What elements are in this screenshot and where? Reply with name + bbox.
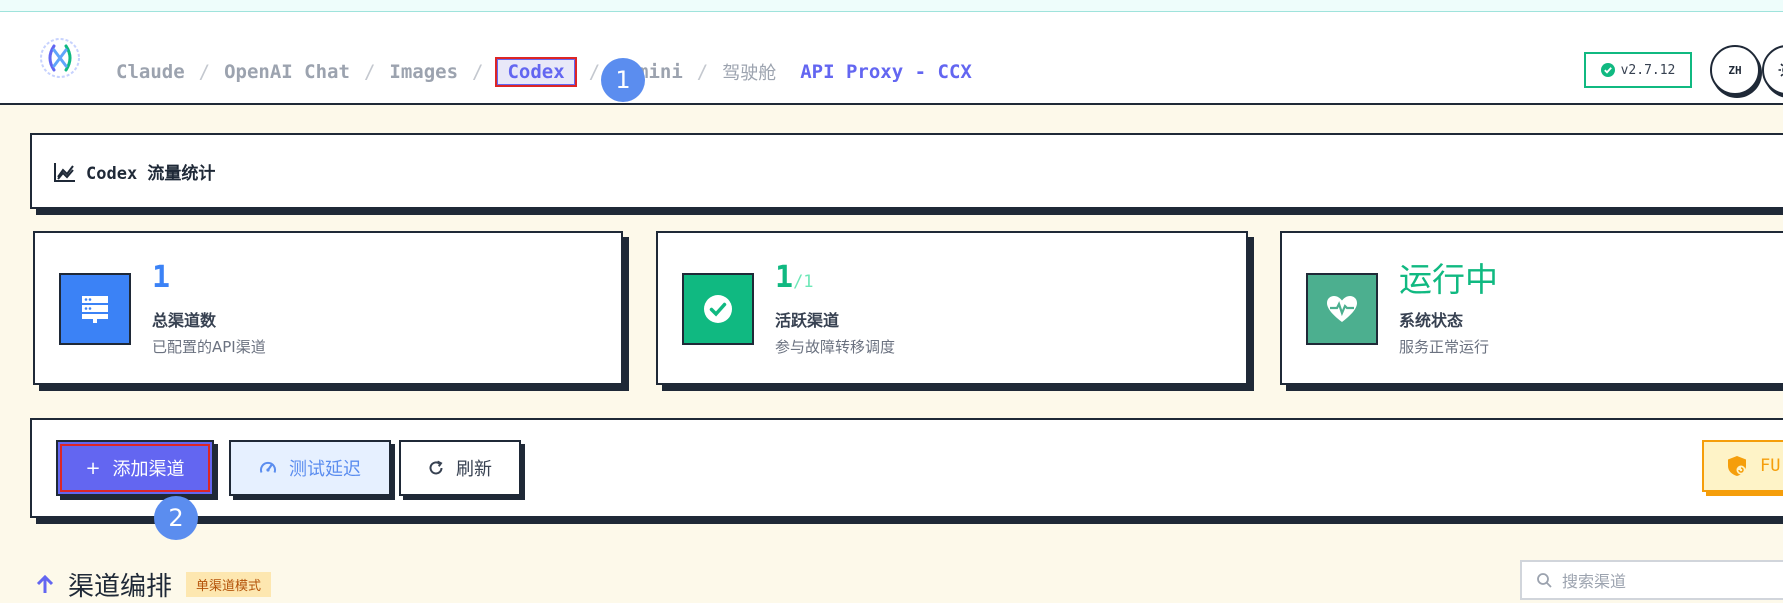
version-badge[interactable]: v2.7.12 (1584, 52, 1692, 88)
refresh-label: 刷新 (456, 459, 492, 480)
crumb-images[interactable]: Images (387, 61, 460, 83)
check-circle-icon (1600, 63, 1615, 77)
total-channels-value: 1 (152, 260, 171, 295)
stat-icon-box (682, 273, 754, 345)
test-latency-button[interactable]: 测试延迟 (229, 440, 391, 496)
language-toggle[interactable]: ZH (1710, 45, 1760, 95)
stat-card-total: 1 总渠道数 已配置的API渠道 (33, 231, 623, 385)
step-marker-1: 1 (601, 58, 645, 102)
heart-pulse-icon (1327, 296, 1357, 322)
server-icon (82, 296, 108, 323)
speedometer-icon (260, 461, 276, 473)
check-circle-icon (704, 295, 732, 323)
arrow-up-icon (36, 574, 54, 593)
step-marker-2: 2 (154, 496, 198, 540)
chart-line-icon (54, 162, 75, 182)
crumb-openai-chat[interactable]: OpenAI Chat (222, 61, 352, 83)
fuzzy-mode-button[interactable]: FU (1702, 440, 1783, 492)
refresh-button[interactable]: 刷新 (399, 440, 521, 496)
system-status-sub: 服务正常运行 (1399, 338, 1490, 356)
shield-icon (1728, 456, 1746, 476)
traffic-stats-header: Codex 流量统计 (54, 159, 215, 184)
add-channel-label: 添加渠道 (112, 459, 185, 480)
search-input[interactable]: 搜索渠道 (1520, 560, 1783, 600)
section-title: 渠道编排 (68, 572, 173, 602)
crumb-separator: / (472, 61, 484, 83)
total-channels-sub: 已配置的API渠道 (152, 338, 266, 356)
crumb-codex[interactable]: Codex (495, 57, 577, 87)
plus-icon: + (85, 457, 101, 479)
active-channels-value: 1/1 (775, 260, 814, 295)
test-latency-label: 测试延迟 (289, 459, 361, 480)
add-channel-button[interactable]: + 添加渠道 (56, 440, 214, 496)
crumb-separator: / (363, 61, 376, 83)
traffic-stats-panel[interactable]: Codex 流量统计 (30, 133, 1783, 209)
app-logo-icon[interactable] (38, 36, 82, 80)
active-channels-sub: 参与故障转移调度 (775, 338, 896, 356)
fuzzy-mode-label: FU (1760, 456, 1781, 476)
top-strip (0, 0, 1783, 12)
active-channels-count: 1 (775, 260, 794, 295)
channel-orchestration-header: 渠道编排 单渠道模式 (34, 566, 272, 603)
crumb-claude[interactable]: Claude (114, 61, 187, 83)
traffic-stats-title: Codex 流量统计 (86, 164, 216, 184)
brand-title: API Proxy - CCX (800, 61, 972, 83)
search-icon (1537, 573, 1552, 588)
system-status-label: 系统状态 (1399, 311, 1464, 330)
search-placeholder: 搜索渠道 (1562, 572, 1627, 591)
navbar: Claude / OpenAI Chat / Images / Codex / … (0, 12, 1783, 105)
breadcrumb: Claude / OpenAI Chat / Images / Codex / … (114, 57, 972, 87)
refresh-icon (429, 460, 443, 475)
language-label: ZH (1728, 63, 1742, 77)
crumb-separator: / (696, 61, 709, 83)
version-text: v2.7.12 (1620, 62, 1676, 78)
stat-icon-box (59, 273, 131, 345)
actions-panel: + 添加渠道 测试延迟 刷新 FU (30, 418, 1783, 518)
sun-icon (1778, 63, 1783, 77)
crumb-separator: / (198, 61, 211, 83)
stat-card-active: 1/1 活跃渠道 参与故障转移调度 (656, 231, 1248, 385)
stat-card-status: 运行中 系统状态 服务正常运行 (1280, 231, 1783, 385)
crumb-cockpit[interactable]: 驾驶舱 (720, 59, 778, 85)
active-channels-total: /1 (793, 272, 814, 292)
mode-badge: 单渠道模式 (186, 572, 272, 597)
total-channels-label: 总渠道数 (152, 311, 217, 330)
system-status-value: 运行中 (1399, 260, 1498, 299)
active-channels-label: 活跃渠道 (775, 311, 840, 330)
stat-icon-box (1306, 273, 1378, 345)
theme-toggle[interactable] (1762, 45, 1783, 95)
